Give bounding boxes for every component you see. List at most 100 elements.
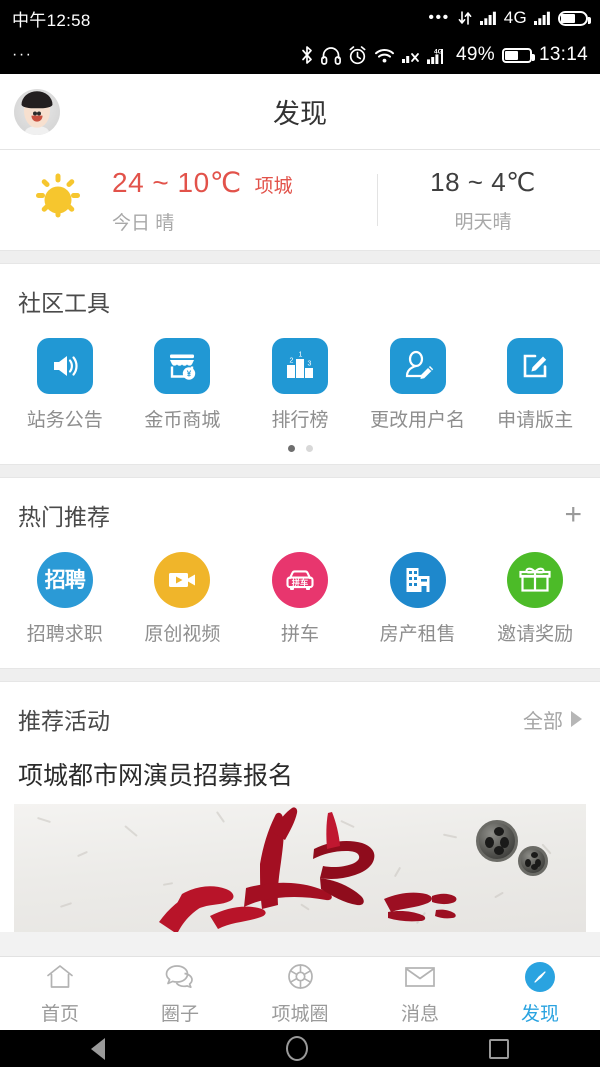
hot-recommend-grid: 招聘 招聘求职 原创视频 拼车 拼车 房产租售 邀请奖励 xyxy=(0,538,600,646)
recommend-label: 房产租售 xyxy=(379,624,456,645)
tab-label: 消息 xyxy=(400,1003,439,1025)
recommend-label: 招聘求职 xyxy=(26,624,103,645)
bottom-tab-bar: 首页 圈子 项城圈 消息 发现 xyxy=(0,956,600,1030)
hot-recommend-section: 热门推荐 + 招聘 招聘求职 原创视频 拼车 拼车 房产租售 邀请奖励 xyxy=(0,478,600,668)
app-header: 发现 xyxy=(0,74,600,150)
recommend-label: 原创视频 xyxy=(144,624,221,645)
ranking-podium-icon: 213 xyxy=(271,338,328,394)
tool-item-announcement[interactable]: 站务公告 xyxy=(6,338,124,432)
tools-page-dots[interactable] xyxy=(0,432,600,464)
view-all-button[interactable]: 全部 xyxy=(523,705,582,734)
status-bar-bottom: ··· 4G 49% 13:14 xyxy=(0,36,600,74)
section-title: 社区工具 xyxy=(18,290,110,316)
tool-label: 申请版主 xyxy=(497,410,574,431)
tool-item-coin-mall[interactable]: ¥ 金币商城 xyxy=(124,338,242,432)
page-dot-2[interactable] xyxy=(305,445,313,452)
compass-discover-icon xyxy=(524,961,556,992)
section-divider xyxy=(0,668,600,682)
video-camera-icon xyxy=(154,552,211,608)
chat-bubbles-icon xyxy=(164,962,196,992)
tool-label: 站务公告 xyxy=(26,410,103,431)
weather-card[interactable]: 24 ~ 10℃ 项城 今日 晴 18 ~ 4℃ 明天晴 xyxy=(0,150,600,250)
recruitment-icon: 招聘 xyxy=(36,552,93,608)
recommend-item-realestate[interactable]: 房产租售 xyxy=(359,552,477,646)
tool-item-change-username[interactable]: 更改用户名 xyxy=(359,338,477,432)
activity-banner-image[interactable] xyxy=(14,804,586,932)
network-4g-icon: 4G xyxy=(503,8,527,27)
signal-4g-icon: 4G xyxy=(427,47,449,64)
recommend-label: 邀请奖励 xyxy=(497,624,574,645)
tab-label: 发现 xyxy=(520,1003,559,1025)
tab-home[interactable]: 首页 xyxy=(0,962,120,1026)
recommend-item-recruitment[interactable]: 招聘 招聘求职 xyxy=(6,552,124,646)
signal-bars-icon xyxy=(534,11,551,25)
view-all-label: 全部 xyxy=(523,710,563,733)
gift-icon xyxy=(507,552,564,608)
section-title: 热门推荐 xyxy=(18,504,110,530)
community-tools-grid: 站务公告 ¥ 金币商城 213 排行榜 更改用户名 申请版主 xyxy=(0,324,600,432)
tab-label: 圈子 xyxy=(160,1003,199,1025)
headphones-icon xyxy=(321,46,341,65)
community-tools-header: 社区工具 xyxy=(0,264,600,324)
android-nav-bar xyxy=(0,1030,600,1067)
battery-icon xyxy=(558,10,591,26)
tab-discover[interactable]: 发现 xyxy=(480,961,600,1026)
weather-today: 24 ~ 10℃ 项城 今日 晴 xyxy=(112,166,377,235)
recruitment-glyph: 招聘 xyxy=(44,568,86,592)
alarm-clock-icon xyxy=(348,45,367,65)
bluetooth-icon xyxy=(300,45,314,65)
envelope-icon xyxy=(404,962,436,992)
community-tools-section: 社区工具 站务公告 ¥ 金币商城 213 排行榜 更改用户名 申请版主 xyxy=(0,264,600,464)
tab-label: 项城圈 xyxy=(271,1003,329,1025)
recommend-item-invite-reward[interactable]: 邀请奖励 xyxy=(476,552,594,646)
status-icons-top: ••• 4G xyxy=(428,8,591,28)
hot-recommend-header: 热门推荐 + xyxy=(0,478,600,538)
svg-text:2: 2 xyxy=(289,358,293,365)
svg-text:3: 3 xyxy=(307,361,311,368)
film-reel-large-icon xyxy=(476,820,518,862)
add-button[interactable]: + xyxy=(564,500,582,530)
carpool-icon: 拼车 xyxy=(271,552,328,608)
user-edit-icon xyxy=(389,338,446,394)
shop-coin-icon: ¥ xyxy=(154,338,211,394)
recommend-item-carpool[interactable]: 拼车 拼车 xyxy=(241,552,359,646)
battery-percent-label: 49% xyxy=(456,44,495,65)
page-title: 发现 xyxy=(273,99,327,129)
signal-bars-icon xyxy=(479,11,497,25)
tab-label: 首页 xyxy=(40,1003,79,1025)
section-divider xyxy=(0,250,600,264)
activity-title[interactable]: 项城都市网演员招募报名 xyxy=(0,742,600,804)
recommend-activity-header: 推荐活动 全部 xyxy=(0,682,600,742)
weather-tomorrow: 18 ~ 4℃ 明天晴 xyxy=(378,167,588,234)
aperture-icon xyxy=(286,962,315,992)
speaker-announcement-icon xyxy=(36,338,93,394)
battery-icon xyxy=(501,47,535,63)
wifi-icon xyxy=(374,47,395,64)
android-home-icon[interactable] xyxy=(285,1036,308,1061)
svg-text:¥: ¥ xyxy=(187,369,192,378)
avatar[interactable] xyxy=(14,88,60,135)
chevron-right-icon xyxy=(571,711,582,727)
status-bar-top: 中午12:58 ••• 4G xyxy=(0,0,600,36)
tool-item-ranking[interactable]: 213 排行榜 xyxy=(241,338,359,432)
svg-text:1: 1 xyxy=(298,352,302,359)
android-back-icon[interactable] xyxy=(90,1037,105,1060)
tool-item-apply-moderator[interactable]: 申请版主 xyxy=(476,338,594,432)
tab-circles[interactable]: 圈子 xyxy=(120,962,240,1026)
recommend-activity-section: 推荐活动 全部 项城都市网演员招募报名 xyxy=(0,682,600,932)
android-recents-icon[interactable] xyxy=(489,1038,510,1059)
section-title: 推荐活动 xyxy=(18,708,110,734)
building-icon xyxy=(389,552,446,608)
overflow-dots-icon: ••• xyxy=(428,9,450,26)
page-dot-1[interactable] xyxy=(287,445,295,452)
hot-recommend-actions: + xyxy=(564,500,582,530)
tab-xiangcheng-circle[interactable]: 项城圈 xyxy=(240,962,360,1026)
tool-label: 更改用户名 xyxy=(370,410,466,431)
weather-tomorrow-temp: 18 ~ 4℃ xyxy=(430,166,536,197)
phone-screen: 中午12:58 ••• 4G ··· 4G 49% 13:14 发现 24 ~ … xyxy=(0,0,600,1067)
tab-messages[interactable]: 消息 xyxy=(360,962,480,1026)
weather-city: 项城 xyxy=(254,175,293,197)
recommend-item-video[interactable]: 原创视频 xyxy=(124,552,242,646)
home-icon xyxy=(45,962,75,992)
section-divider xyxy=(0,464,600,478)
